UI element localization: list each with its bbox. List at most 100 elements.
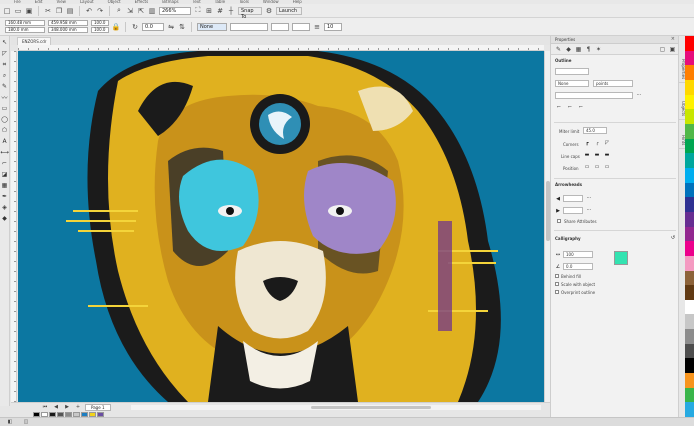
corner-miter-icon[interactable]: ┏	[583, 140, 591, 146]
line-style-select[interactable]	[230, 22, 268, 31]
palette-swatch[interactable]	[685, 255, 694, 271]
pick-tool-icon[interactable]: ↖	[1, 39, 8, 46]
shape-tool-icon[interactable]: ◸	[1, 50, 8, 57]
add-page-icon[interactable]: +	[74, 403, 82, 411]
zoom-level-select[interactable]: 266%	[159, 6, 191, 15]
effects-tab-icon[interactable]: ✶	[595, 46, 602, 53]
palette-swatch[interactable]	[685, 79, 694, 95]
artistic-media-icon[interactable]: 〰	[1, 94, 8, 102]
position-inside-icon[interactable]: ▭	[603, 164, 611, 170]
previous-page-icon[interactable]: ◀	[52, 403, 60, 411]
paste-icon[interactable]: ▤	[66, 7, 74, 15]
export-icon[interactable]: ⇱	[137, 7, 145, 15]
launch-button[interactable]: Launch	[276, 6, 302, 15]
palette-swatch[interactable]	[685, 402, 694, 418]
dash-style-icon[interactable]: ⌐	[566, 104, 574, 110]
corner-round-icon[interactable]: ╭	[593, 140, 601, 146]
palette-swatch[interactable]	[685, 314, 694, 330]
mirror-vertical-icon[interactable]: ⇅	[178, 23, 186, 31]
start-arrow-select[interactable]	[563, 195, 583, 202]
behind-fill-checkbox[interactable]	[555, 274, 559, 278]
smart-fill-icon[interactable]: ◆	[1, 215, 8, 222]
transparency-tool-icon[interactable]: ▦	[1, 182, 8, 189]
outline-more-icon[interactable]: ⋯	[635, 92, 643, 98]
first-page-icon[interactable]: ⏮	[41, 403, 49, 411]
outline-width-select[interactable]: None	[197, 22, 227, 31]
show-guidelines-icon[interactable]: ┼	[227, 7, 235, 15]
fill-tab-icon[interactable]: ◆	[565, 46, 572, 53]
palette-swatch[interactable]	[685, 167, 694, 183]
polygon-tool-icon[interactable]: ⬠	[1, 127, 8, 134]
cap-butt-icon[interactable]: ▬	[583, 152, 591, 158]
start-arrow-options-icon[interactable]: ⋯	[585, 195, 593, 201]
document-swatch[interactable]	[73, 411, 80, 417]
cap-square-icon[interactable]: ▬	[603, 152, 611, 158]
position-outside-icon[interactable]: ▭	[583, 164, 591, 170]
palette-swatch[interactable]	[685, 226, 694, 242]
drop-shadow-icon[interactable]: ◪	[1, 171, 8, 178]
nib-shape-preview[interactable]	[614, 251, 628, 265]
zoom-tool-icon[interactable]: ⌕	[1, 72, 8, 79]
palette-swatch[interactable]	[685, 138, 694, 154]
palette-swatch[interactable]	[685, 182, 694, 198]
miter-limit-input[interactable]: 45.0	[583, 127, 607, 134]
document-tab[interactable]: ENZORS.cdr	[17, 37, 52, 45]
snap-to-button[interactable]: Snap To	[238, 6, 262, 20]
outline-tab-icon[interactable]: ✎	[555, 46, 562, 53]
y-position-input[interactable]: 180.0 mm	[5, 27, 45, 33]
angle-input[interactable]: 0.0	[563, 263, 593, 270]
palette-swatch[interactable]	[685, 387, 694, 403]
next-page-icon[interactable]: ▶	[63, 403, 71, 411]
nudge-distance-input[interactable]: 10	[324, 22, 342, 31]
show-rulers-icon[interactable]: ⊞	[205, 7, 213, 15]
palette-swatch[interactable]	[685, 36, 694, 51]
horizontal-scrollbar[interactable]	[131, 405, 541, 410]
end-arrow-options-icon[interactable]: ⋯	[585, 207, 593, 213]
end-arrow-select[interactable]	[292, 22, 310, 31]
line-style-icon[interactable]: ⌐	[555, 104, 563, 110]
save-icon[interactable]: ▣	[25, 7, 33, 15]
share-attributes-checkbox[interactable]	[557, 219, 561, 223]
interactive-fill-icon[interactable]: ◈	[1, 204, 8, 211]
palette-swatch[interactable]	[685, 270, 694, 286]
scale-height-input[interactable]: 100.0	[91, 27, 109, 33]
palette-swatch[interactable]	[685, 65, 694, 80]
palette-swatch[interactable]	[685, 329, 694, 344]
start-arrow-select[interactable]	[271, 22, 289, 31]
close-docker-icon[interactable]: ×	[671, 36, 675, 43]
page-tab[interactable]: Page 1	[85, 403, 111, 411]
text-tool-icon[interactable]: A	[1, 138, 8, 145]
cap-round-icon[interactable]: ▬	[593, 152, 601, 158]
document-swatch[interactable]	[81, 411, 88, 417]
document-swatch[interactable]	[65, 411, 72, 417]
redo-icon[interactable]: ↷	[96, 7, 104, 15]
eyedropper-tool-icon[interactable]: ✒	[1, 193, 8, 200]
palette-swatch[interactable]	[685, 299, 694, 315]
document-swatch[interactable]	[89, 411, 96, 417]
outline-unit-select[interactable]: points	[593, 80, 633, 87]
stretch-input[interactable]: 100	[563, 251, 593, 258]
document-swatch[interactable]	[97, 411, 104, 417]
open-folder-icon[interactable]: ▭	[14, 7, 22, 15]
text-wrap-icon[interactable]: ≡	[313, 23, 321, 31]
corner-bevel-icon[interactable]: ◸	[603, 140, 611, 146]
palette-swatch[interactable]	[685, 358, 694, 374]
horizontal-scroll-thumb[interactable]	[311, 406, 431, 409]
palette-swatch[interactable]	[685, 241, 694, 256]
reset-icon[interactable]: ↺	[669, 235, 677, 241]
crop-tool-icon[interactable]: ⌗	[1, 61, 8, 68]
palette-swatch[interactable]	[685, 285, 694, 300]
overprint-outline-checkbox[interactable]	[555, 290, 559, 294]
palette-swatch[interactable]	[685, 109, 694, 124]
vertical-ruler[interactable]	[11, 51, 17, 402]
position-center-icon[interactable]: ▭	[593, 164, 601, 170]
show-grid-icon[interactable]: #	[216, 7, 224, 15]
freehand-tool-icon[interactable]: ✎	[1, 83, 8, 90]
palette-swatch[interactable]	[685, 94, 694, 110]
outline-color-select[interactable]	[555, 92, 633, 99]
palette-swatch[interactable]	[685, 197, 694, 212]
import-icon[interactable]: ⇲	[126, 7, 134, 15]
document-swatch[interactable]	[41, 411, 48, 417]
width-input[interactable]: 459.958 mm	[48, 20, 88, 26]
rotation-input[interactable]: 0.0	[142, 22, 164, 31]
